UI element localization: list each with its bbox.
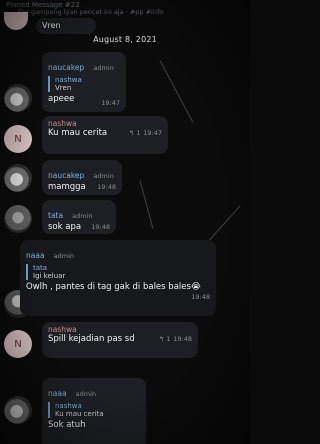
avatar[interactable] (4, 12, 28, 30)
avatar-letter: N (14, 338, 22, 350)
role-badge: admin (93, 64, 114, 72)
sender-name[interactable]: naucakep (48, 63, 84, 72)
message-time: 19:48 (91, 223, 110, 231)
avatar[interactable] (4, 164, 32, 192)
avatar-letter: N (14, 133, 22, 145)
message-bubble[interactable]: naaa admin tata Igi keluar Owlh , pantes… (20, 240, 216, 316)
message-time: 19:47 (143, 129, 162, 137)
pinned-preview: Tae gampang lyan pencet ini aja · #pp #i… (18, 8, 164, 16)
role-badge: admin (75, 390, 97, 398)
quote-sender: nashwa (55, 76, 82, 84)
sender-name[interactable]: naaa (26, 251, 45, 260)
avatar[interactable]: N (4, 330, 32, 358)
message-bubble[interactable]: naaa admin nashwa Ku mau cerita Sok atuh (42, 378, 146, 444)
reply-count-icon[interactable]: ↰ 1 (159, 335, 171, 343)
message-time: 19:48 (173, 335, 192, 343)
sender-name[interactable]: naaa (48, 389, 67, 398)
reply-count-icon[interactable]: ↰ 1 (129, 129, 141, 137)
message-text: Vren (42, 21, 61, 30)
message-time: 19:48 (191, 293, 210, 301)
quote-sender: tata (33, 264, 48, 272)
quote-text: Igi keluar (33, 272, 66, 280)
quote-text: Vren (55, 84, 72, 92)
quote-text: Ku mau cerita (55, 410, 104, 418)
avatar[interactable] (4, 84, 32, 112)
reply-quote[interactable]: tata Igi keluar (26, 264, 210, 280)
message-text: apeee (48, 94, 75, 104)
role-badge: admin (53, 252, 75, 260)
role-badge: admin (93, 172, 114, 180)
reply-quote[interactable]: nashwa Ku mau cerita (48, 402, 140, 418)
message-text: sok apa (48, 222, 82, 232)
sender-name[interactable]: naucakep (48, 171, 84, 180)
message-text: Ku mau cerita (48, 128, 108, 138)
message-text: mamgga (48, 182, 86, 192)
message-bubble[interactable]: nashwa Spill kejadian pas sd ↰ 1 19:48 (42, 322, 198, 358)
message-bubble[interactable]: naucakep admin nashwa Vren apeee 19:47 (42, 52, 126, 112)
avatar[interactable] (4, 396, 32, 424)
message-text: Spill kejadian pas sd (48, 334, 135, 344)
message-bubble[interactable]: nashwa Ku mau cerita ↰ 1 19:47 (42, 116, 168, 154)
avatar[interactable] (4, 205, 32, 233)
reply-quote[interactable]: nashwa Vren (48, 76, 120, 92)
sender-name[interactable]: tata (48, 211, 63, 220)
message-time: 19:47 (101, 99, 120, 107)
message-bubble[interactable]: tata admin sok apa 19:48 (42, 200, 116, 234)
message-text: Sok atuh (48, 420, 86, 430)
avatar[interactable]: N (4, 125, 32, 153)
sender-name[interactable]: nashwa (48, 325, 192, 334)
message-bubble[interactable]: naucakep admin mamgga 19:48 (42, 160, 122, 195)
message-bubble[interactable]: Vren (36, 18, 96, 34)
role-badge: admin (72, 212, 93, 220)
message-text: Owlh , pantes di tag gak di bales bales😭 (26, 282, 201, 292)
quote-sender: nashwa (55, 402, 82, 410)
pinned-message-bar[interactable]: Pinned Message #22 Tae gampang lyan penc… (0, 0, 250, 16)
message-time: 19:48 (97, 183, 116, 191)
scratch-line (139, 180, 154, 229)
scratch-line (159, 60, 194, 123)
date-divider: August 8, 2021 (93, 35, 157, 44)
sender-name[interactable]: nashwa (48, 119, 162, 128)
